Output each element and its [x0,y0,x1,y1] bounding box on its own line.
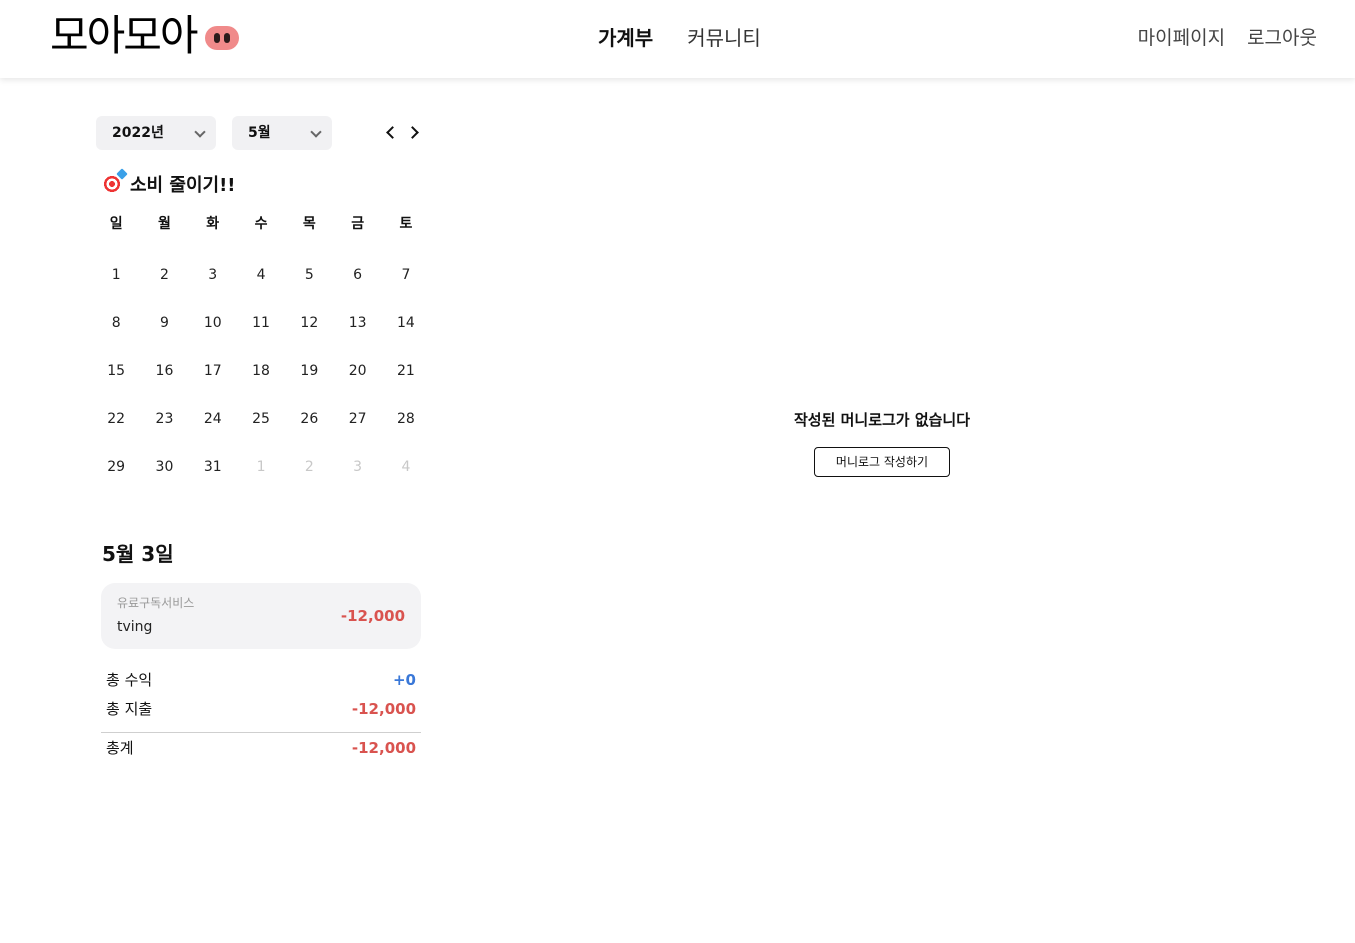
calendar-day[interactable]: 21 [382,347,430,395]
calendar-day[interactable]: 13 [333,299,381,347]
calendar-day-next-month[interactable]: 3 [333,443,381,491]
calendar-day[interactable]: 11 [237,299,285,347]
calendar-day[interactable]: 26 [285,395,333,443]
weekday-label: 일 [109,216,123,232]
expense-row: 총 지출 -12,000 [106,698,416,720]
calendar-day[interactable]: 8 [92,299,140,347]
goal-text: 소비 줄이기!! [130,175,236,196]
calendar-week: 29 30 31 1 2 3 4 [92,443,430,491]
user-nav: 마이페이지 로그아웃 [1138,24,1317,52]
calendar-day[interactable]: 22 [92,395,140,443]
goal: 소비 줄이기!! [102,171,235,197]
calendar-day[interactable]: 14 [382,299,430,347]
nav-community[interactable]: 커뮤니티 [687,24,761,52]
calendar-day[interactable]: 5 [285,251,333,299]
weekday-label: 화 [206,216,220,232]
calendar-day-next-month[interactable]: 1 [237,443,285,491]
chevron-right-icon[interactable] [405,124,423,142]
calendar-day[interactable]: 27 [333,395,381,443]
total-label: 총계 [106,739,134,757]
expense-value: -12,000 [351,700,416,718]
weekday-label: 금 [351,216,365,232]
calendar-day[interactable]: 15 [92,347,140,395]
calendar-day[interactable]: 3 [189,251,237,299]
income-label: 총 수익 [106,671,153,689]
calendar-day[interactable]: 17 [189,347,237,395]
target-icon [102,174,122,194]
top-header: 모아모아 가계부 커뮤니티 마이페이지 로그아웃 [0,0,1355,78]
write-moneylog-button[interactable]: 머니로그 작성하기 [814,447,950,477]
logout-link[interactable]: 로그아웃 [1247,24,1317,52]
calendar-day[interactable]: 24 [189,395,237,443]
calendar-day[interactable]: 12 [285,299,333,347]
calendar-day[interactable]: 31 [189,443,237,491]
month-select[interactable]: 5월 [232,116,332,150]
calendar-day[interactable]: 10 [189,299,237,347]
entry-category: 유료구독서비스 [117,596,195,610]
calendar-week: 8 9 10 11 12 13 14 [92,299,430,347]
mypage-link[interactable]: 마이페이지 [1138,24,1225,52]
calendar-week: 22 23 24 25 26 27 28 [92,395,430,443]
weekday-label: 수 [254,216,268,232]
calendar-day[interactable]: 28 [382,395,430,443]
entry-card[interactable]: 유료구독서비스 tving -12,000 [101,583,421,649]
calendar-weekdays: 일 월 화 수 목 금 토 [92,200,430,248]
entry-amount: -12,000 [340,607,405,625]
income-row: 총 수익 +0 [106,669,416,691]
weekday-label: 월 [158,216,171,232]
calendar-day[interactable]: 16 [140,347,188,395]
moneylog-empty-text: 작성된 머니로그가 없습니다 [793,411,971,429]
calendar-day[interactable]: 30 [140,443,188,491]
calendar-day[interactable]: 9 [140,299,188,347]
chevron-down-icon [310,126,322,138]
nav-ledger[interactable]: 가계부 [598,24,653,52]
entry-name: tving [117,619,153,635]
calendar-day[interactable]: 29 [92,443,140,491]
calendar-day[interactable]: 19 [285,347,333,395]
calendar-day[interactable]: 20 [333,347,381,395]
chevron-down-icon [194,126,206,138]
calendar-day-next-month[interactable]: 2 [285,443,333,491]
logo[interactable]: 모아모아 [50,12,239,60]
chevron-left-icon[interactable] [383,124,401,142]
calendar-day[interactable]: 7 [382,251,430,299]
weekday-label: 토 [399,216,413,232]
expense-label: 총 지출 [106,700,153,718]
year-select[interactable]: 2022년 [96,116,216,150]
pig-nose-icon [204,26,239,50]
calendar-day-next-month[interactable]: 4 [382,443,430,491]
logo-text: 모아모아 [50,11,199,60]
main-nav: 가계부 커뮤니티 [598,24,761,52]
total-row: 총계 -12,000 [106,737,416,759]
total-value: -12,000 [351,739,416,757]
calendar-day[interactable]: 23 [140,395,188,443]
calendar-week: 1 2 3 4 5 6 7 [92,251,430,299]
selected-day-title: 5월 3일 [102,542,174,566]
summary-divider [101,732,421,733]
weekday-label: 목 [302,216,316,232]
calendar: 일 월 화 수 목 금 토 1 2 3 4 5 6 7 8 9 10 11 12… [92,200,430,491]
calendar-day[interactable]: 18 [237,347,285,395]
calendar-day[interactable]: 25 [237,395,285,443]
calendar-day[interactable]: 4 [237,251,285,299]
year-select-value: 2022년 [112,125,164,141]
month-select-value: 5월 [248,125,271,141]
calendar-day[interactable]: 1 [92,251,140,299]
income-value: +0 [392,671,416,689]
calendar-day[interactable]: 6 [333,251,381,299]
calendar-week: 15 16 17 18 19 20 21 [92,347,430,395]
calendar-day[interactable]: 2 [140,251,188,299]
calendar-days: 1 2 3 4 5 6 7 8 9 10 11 12 13 14 15 16 1… [92,251,430,491]
